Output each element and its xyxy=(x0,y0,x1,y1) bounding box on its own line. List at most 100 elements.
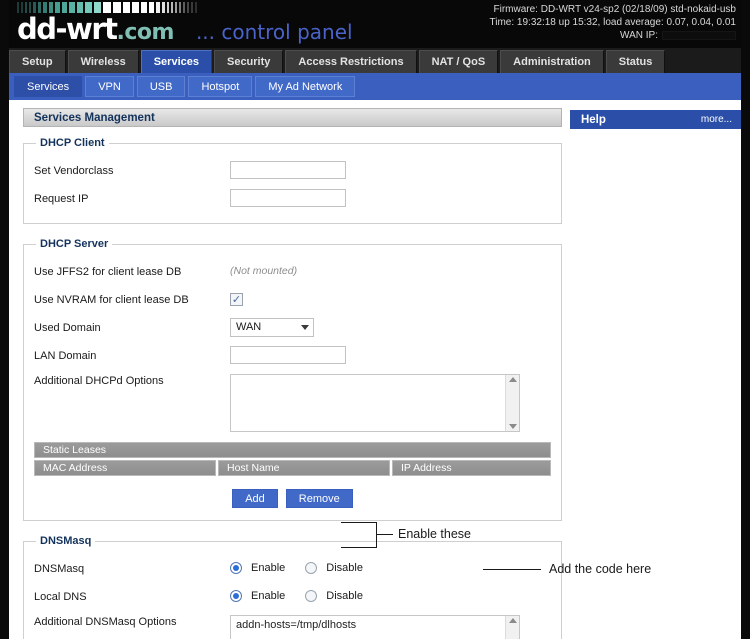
logo-bar-segment xyxy=(123,2,130,13)
dd-wrt-control-panel: dd-wrt.com ... control panel Firmware: DD… xyxy=(0,0,750,639)
dnsmasq-options-textarea[interactable]: addn-hosts=/tmp/dlhosts xyxy=(230,615,520,639)
help-more-link[interactable]: more... xyxy=(701,114,732,125)
main-tab-label: Security xyxy=(226,56,271,68)
request-ip-label: Request IP xyxy=(34,192,89,205)
logo-bar-segment xyxy=(187,2,189,13)
dnsmasq-disable-radio[interactable] xyxy=(305,562,318,574)
dhcp-server-section: DHCP Server Use JFFS2 for client lease D… xyxy=(23,238,562,521)
dhcpd-options-textarea[interactable] xyxy=(230,374,520,432)
help-panel-header: Help more... xyxy=(569,110,741,129)
annotation-line-dnsmasq xyxy=(341,522,377,523)
main-tab-status[interactable]: Status xyxy=(605,50,666,73)
scroll-up-arrow-icon[interactable] xyxy=(508,377,517,382)
lan-domain-label: LAN Domain xyxy=(34,349,97,362)
annotation-bracket-stem xyxy=(376,534,393,535)
help-column: Help more... xyxy=(562,108,741,129)
brand-logo: dd-wrt.com ... control panel xyxy=(17,2,353,48)
request-ip-row: Request IP xyxy=(34,185,551,211)
help-title: Help xyxy=(580,113,606,126)
used-domain-select[interactable]: WAN xyxy=(230,317,314,337)
dnsmasq-enable-radio[interactable] xyxy=(230,562,242,574)
used-domain-row: Used Domain WAN xyxy=(34,314,551,340)
uptime-load: Time: 19:32:18 up 15:32, load average: 0… xyxy=(489,17,736,28)
scroll-up-arrow-icon[interactable] xyxy=(508,618,517,623)
local-dns-radio-group: Enable Disable xyxy=(230,590,363,602)
main-tab-wireless[interactable]: Wireless xyxy=(67,50,139,73)
local-dns-disable-label: Disable xyxy=(326,590,363,602)
annotation-enable-these: Enable these xyxy=(398,527,471,541)
main-tab-setup[interactable]: Setup xyxy=(9,50,66,73)
main-tab-bar: Setup Wireless Services Security Access Rest… xyxy=(9,48,741,73)
dnsmasq-row: DNSMasq Enable Disable xyxy=(34,555,551,581)
jffs2-row: Use JFFS2 for client lease DB (Not mount… xyxy=(34,258,551,284)
logo-bar-segment xyxy=(141,2,147,13)
dnsmasq-radio-group: Enable Disable xyxy=(230,562,363,574)
used-domain-value: WAN xyxy=(236,321,262,333)
static-leases-column-header: IP Address xyxy=(392,460,551,476)
sub-tab-label: VPN xyxy=(98,80,121,93)
sub-tab-hotspot[interactable]: Hotspot xyxy=(188,76,253,97)
logo-bar-segment xyxy=(171,2,173,13)
dhcpd-options-scrollbar[interactable] xyxy=(505,375,519,431)
main-tab-services[interactable]: Services xyxy=(140,50,212,73)
chevron-down-icon xyxy=(301,324,309,330)
logo-bar-segment xyxy=(162,2,165,13)
dnsmasq-options-scrollbar[interactable] xyxy=(505,616,519,639)
main-tab-nat-qos[interactable]: NAT / QoS xyxy=(418,50,499,73)
local-dns-disable-radio[interactable] xyxy=(305,590,318,602)
dnsmasq-legend: DNSMasq xyxy=(40,535,92,547)
wan-ip-redacted-value xyxy=(662,31,736,40)
dnsmasq-options-value: addn-hosts=/tmp/dlhosts xyxy=(236,619,357,631)
nvram-label: Use NVRAM for client lease DB xyxy=(34,293,189,306)
nvram-row: Use NVRAM for client lease DB ✓ xyxy=(34,286,551,312)
static-leases-header-row: MAC Address Host Name IP Address xyxy=(34,460,551,476)
dhcp-server-legend: DHCP Server xyxy=(40,238,109,250)
dnsmasq-disable-label: Disable xyxy=(326,562,363,574)
annotation-add-code-here: Add the code here xyxy=(549,562,652,576)
add-button[interactable]: Add xyxy=(232,489,278,508)
sub-tab-my-ad-network[interactable]: My Ad Network xyxy=(255,76,356,97)
sub-tab-label: USB xyxy=(149,80,173,93)
jffs2-label: Use JFFS2 for client lease DB xyxy=(34,265,182,278)
logo-bar-segment xyxy=(167,2,169,13)
dhcpd-options-label: Additional DHCPd Options xyxy=(34,375,164,387)
jffs2-status: (Not mounted) xyxy=(230,265,298,277)
dhcp-client-legend: DHCP Client xyxy=(40,137,105,149)
remove-button[interactable]: Remove xyxy=(285,489,353,508)
scroll-down-arrow-icon[interactable] xyxy=(508,424,517,429)
main-tab-access-restrictions[interactable]: Access Restrictions xyxy=(285,50,417,73)
dnsmasq-label: DNSMasq xyxy=(34,562,85,575)
sub-tab-label: Services xyxy=(27,80,70,93)
sub-tab-usb[interactable]: USB xyxy=(136,76,186,97)
request-ip-input[interactable] xyxy=(230,189,346,207)
sub-tab-bar: Services VPN USB Hotspot My Ad Network xyxy=(9,73,741,100)
main-tab-label: Services xyxy=(153,56,199,68)
page-title: Services Management xyxy=(23,108,562,127)
vendorclass-input[interactable] xyxy=(230,161,346,179)
logo-bar-segment xyxy=(191,2,193,13)
dnsmasq-section: DNSMasq DNSMasq Enable Disable Local DNS… xyxy=(23,535,562,639)
local-dns-enable-radio[interactable] xyxy=(230,590,242,602)
logo-bar-segment xyxy=(132,2,139,13)
main-tab-label: Wireless xyxy=(80,56,126,68)
system-info: Firmware: DD-WRT v24-sp2 (02/18/09) std-… xyxy=(490,3,736,42)
main-tab-security[interactable]: Security xyxy=(213,50,284,73)
logo-tagline: ... control panel xyxy=(195,20,353,44)
sub-tab-services[interactable]: Services xyxy=(14,76,83,97)
logo-bar-segment xyxy=(175,2,177,13)
main-tab-label: NAT / QoS xyxy=(431,56,486,68)
logo-bar-segment xyxy=(183,2,185,13)
logo-domain-suffix: .com xyxy=(116,20,175,45)
nvram-checkbox[interactable]: ✓ xyxy=(230,292,243,306)
logo-text: dd-wrt.com ... control panel xyxy=(17,14,353,48)
dnsmasq-options-row: Additional DNSMasq Options addn-hosts=/t… xyxy=(34,615,551,639)
dnsmasq-options-label: Additional DNSMasq Options xyxy=(34,616,177,628)
page-header: dd-wrt.com ... control panel Firmware: DD… xyxy=(9,0,741,48)
lan-domain-input[interactable] xyxy=(230,346,346,364)
vendorclass-label: Set Vendorclass xyxy=(34,164,114,177)
settings-column: Services Management DHCP Client Set Vend… xyxy=(9,108,562,639)
sub-tab-vpn[interactable]: VPN xyxy=(85,76,134,97)
local-dns-row: Local DNS Enable Disable xyxy=(34,583,551,609)
lan-domain-row: LAN Domain xyxy=(34,342,551,368)
main-tab-administration[interactable]: Administration xyxy=(500,50,604,73)
